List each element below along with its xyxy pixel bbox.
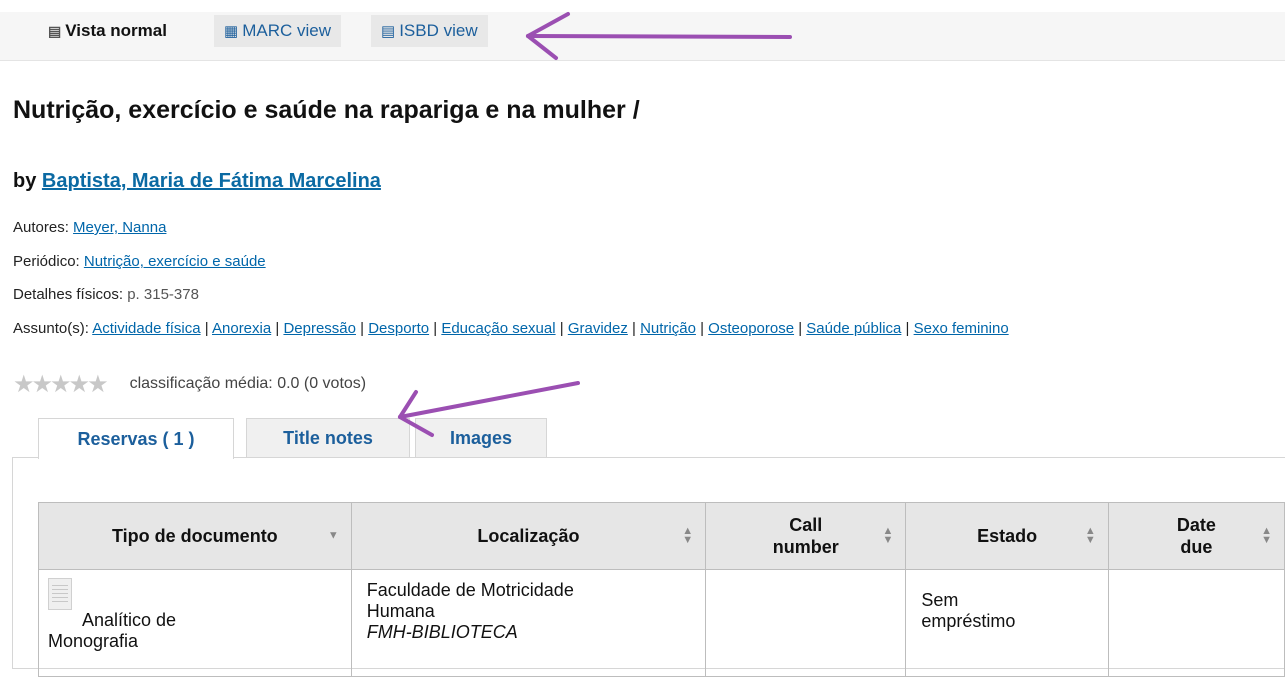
tipo-line-1: Analítico de xyxy=(82,610,177,630)
sort-icon: ▲ ▼ xyxy=(882,525,894,546)
cell-estado: Sem empréstimo xyxy=(905,569,1109,677)
marc-view-label: MARC view xyxy=(242,21,331,40)
tab-images[interactable]: Images xyxy=(415,418,547,457)
cell-tipo: Analítico de Monografia xyxy=(38,569,352,677)
table-row: Analítico de Monografia Faculdade de Mot… xyxy=(38,569,1285,677)
subject-separator: | xyxy=(355,320,369,337)
cell-localizacao: Faculdade de Motricidade Humana FMH-BIBL… xyxy=(350,569,707,677)
col-date-due-header[interactable]: Date due ▲ ▼ xyxy=(1107,502,1285,570)
subject-separator: | xyxy=(271,320,284,337)
document-type-icon xyxy=(48,578,72,610)
tab-reservas[interactable]: Reservas ( 1 ) xyxy=(38,418,234,459)
document-icon: ▤ xyxy=(48,22,62,39)
subject-link[interactable]: Actividade física xyxy=(92,320,200,337)
star-icon[interactable]: ★ xyxy=(69,371,90,398)
sort-icon: ▲ ▼ xyxy=(1084,525,1096,546)
cell-call-number xyxy=(705,569,907,677)
subject-link[interactable]: Saúde pública xyxy=(806,320,901,337)
star-icon[interactable]: ★ xyxy=(32,371,53,398)
subject-separator: | xyxy=(200,320,212,337)
subject-link[interactable]: Sexo feminino xyxy=(914,320,1009,337)
author-link[interactable]: Baptista, Maria de Fátima Marcelina xyxy=(42,170,381,192)
col-date-due-label-2: due xyxy=(1180,537,1213,557)
col-estado-label: Estado xyxy=(977,526,1038,546)
sort-desc-icon: ▼ xyxy=(327,529,339,542)
rating: ★★★★★ classificação média: 0.0 (0 votos) xyxy=(13,370,367,399)
star-icon[interactable]: ★ xyxy=(87,371,108,398)
subjects-list: Actividade física | Anorexia | Depressão… xyxy=(92,320,1008,337)
tab-reservas-label: Reservas ( 1 ) xyxy=(77,428,195,449)
normal-view-tab[interactable]: ▤ Vista normal xyxy=(48,15,167,47)
rating-stars[interactable]: ★★★★★ xyxy=(13,370,109,399)
tab-title-notes-label: Title notes xyxy=(283,427,373,448)
cell-date-due xyxy=(1107,569,1285,677)
col-call-number-label-2: number xyxy=(772,537,839,557)
isbd-view-label: ISBD view xyxy=(399,21,478,40)
physical-details-label: Detalhes físicos: xyxy=(13,286,124,303)
star-icon[interactable]: ★ xyxy=(50,371,71,398)
subject-separator: | xyxy=(429,320,442,337)
subject-separator: | xyxy=(794,320,807,337)
authors-field: Autores: Meyer, Nanna xyxy=(13,219,166,236)
by-prefix: by xyxy=(13,170,37,192)
sort-icon: ▲ ▼ xyxy=(1261,525,1272,546)
subject-link[interactable]: Educação sexual xyxy=(441,320,555,337)
localizacao-branch: FMH-BIBLIOTECA xyxy=(366,622,518,642)
holdings-table: Tipo de documento ▼ Localização ▲ ▼ Call … xyxy=(38,502,1285,677)
col-tipo-label: Tipo de documento xyxy=(112,526,278,546)
estado-line-2: empréstimo xyxy=(921,611,1016,631)
star-icon[interactable]: ★ xyxy=(13,371,34,398)
tipo-line-2: Monografia xyxy=(48,631,139,651)
col-estado-header[interactable]: Estado ▲ ▼ xyxy=(905,502,1109,570)
subjects-field: Assunto(s): Actividade física | Anorexia… xyxy=(13,318,1268,340)
sort-icon: ▲ ▼ xyxy=(682,525,694,546)
subject-link[interactable]: Osteoporose xyxy=(708,320,794,337)
rating-text: classificação média: 0.0 (0 votos) xyxy=(129,375,367,392)
localizacao-line-2: Humana xyxy=(366,601,435,621)
list-icon: ▤ xyxy=(381,23,396,40)
periodico-field: Periódico: Nutrição, exercício e saúde xyxy=(13,253,266,270)
physical-details-field: Detalhes físicos: p. 315-378 xyxy=(13,286,199,303)
col-call-number-label-1: Call xyxy=(789,515,823,535)
table-icon: ▦ xyxy=(224,23,239,40)
view-switcher-bar xyxy=(0,12,1285,61)
periodico-label: Periódico: xyxy=(13,253,80,270)
tab-title-notes[interactable]: Title notes xyxy=(246,418,410,457)
col-localizacao-header[interactable]: Localização ▲ ▼ xyxy=(350,502,707,570)
tab-images-label: Images xyxy=(449,427,513,448)
subjects-label: Assunto(s): xyxy=(13,320,89,337)
subject-link[interactable]: Nutrição xyxy=(640,320,696,337)
subject-link[interactable]: Desporto xyxy=(368,320,429,337)
isbd-view-tab[interactable]: ▤ ISBD view xyxy=(371,15,488,47)
subject-separator: | xyxy=(555,320,568,337)
subject-separator: | xyxy=(627,320,641,337)
col-call-number-header[interactable]: Call number ▲ ▼ xyxy=(705,502,907,570)
normal-view-label: Vista normal xyxy=(65,21,167,40)
record-title: Nutrição, exercício e saúde na rapariga … xyxy=(13,96,640,124)
col-localizacao-label: Localização xyxy=(477,526,580,546)
holdings-header-row: Tipo de documento ▼ Localização ▲ ▼ Call … xyxy=(38,502,1285,570)
col-date-due-label-1: Date xyxy=(1176,515,1216,535)
periodico-link[interactable]: Nutrição, exercício e saúde xyxy=(84,253,266,270)
authors-label: Autores: xyxy=(13,219,69,236)
col-tipo-header[interactable]: Tipo de documento ▼ xyxy=(38,502,352,570)
estado-line-1: Sem xyxy=(921,590,959,610)
subject-link[interactable]: Gravidez xyxy=(568,320,628,337)
subject-separator: | xyxy=(695,320,709,337)
physical-details-value: p. 315-378 xyxy=(127,286,199,303)
subject-separator: | xyxy=(901,320,914,337)
byline: by Baptista, Maria de Fátima Marcelina xyxy=(13,170,381,193)
subject-link[interactable]: Depressão xyxy=(283,320,356,337)
subject-link[interactable]: Anorexia xyxy=(212,320,271,337)
marc-view-tab[interactable]: ▦ MARC view xyxy=(214,15,341,47)
localizacao-line-1: Faculdade de Motricidade xyxy=(366,580,574,600)
authors-link[interactable]: Meyer, Nanna xyxy=(73,219,166,236)
